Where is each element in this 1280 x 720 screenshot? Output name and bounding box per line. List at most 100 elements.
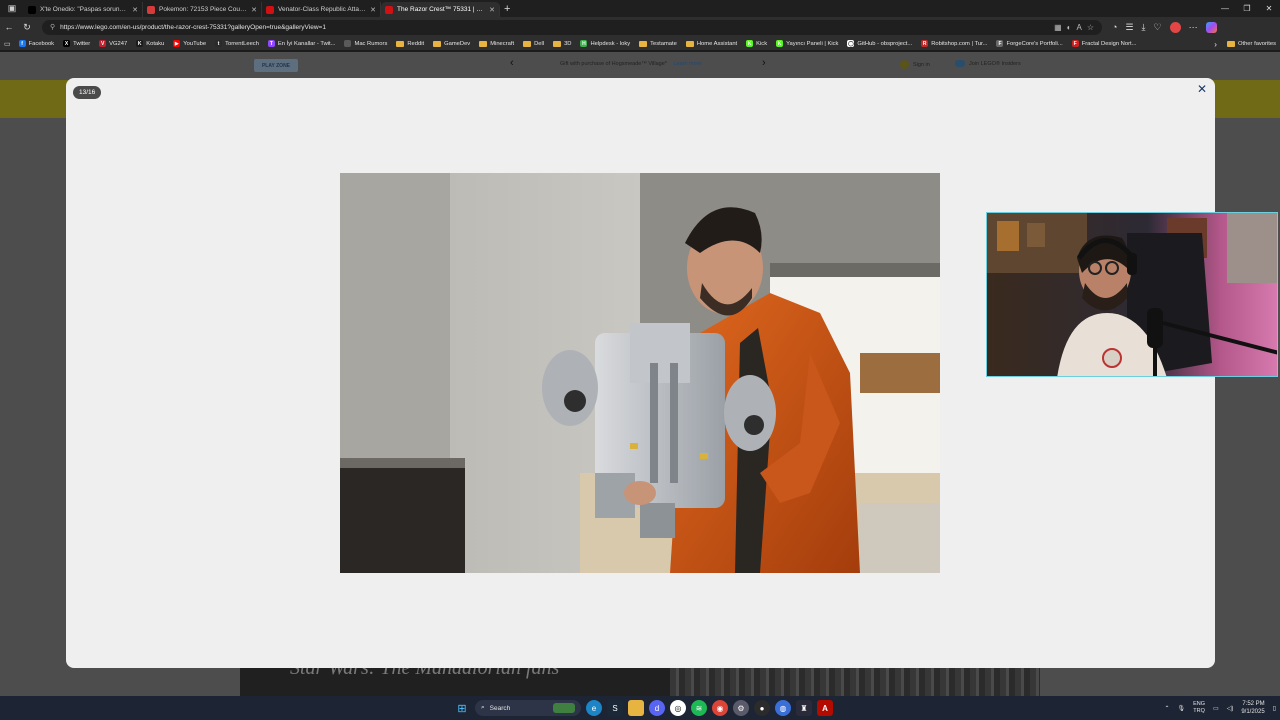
insiders-link[interactable]: Join LEGO® Insiders bbox=[955, 60, 1021, 67]
tab-actions-icon[interactable]: ▣ bbox=[0, 0, 24, 17]
chrome-icon[interactable]: ◉ bbox=[712, 700, 728, 716]
profile-avatar[interactable] bbox=[1169, 21, 1181, 33]
bookmark-item[interactable]: ▶ YouTube bbox=[173, 40, 206, 47]
close-tab-icon[interactable]: ✕ bbox=[132, 6, 138, 14]
bookmark-item[interactable]: t TorrentLeech bbox=[215, 40, 259, 47]
bookmark-item[interactable]: F Fractal Design Nort... bbox=[1071, 40, 1136, 47]
bookmark-item[interactable]: Mac Rumors bbox=[344, 40, 387, 47]
browser-tab[interactable]: Pokemon: 72153 Piece Count & P ✕ bbox=[143, 2, 262, 17]
tracking-prevention-icon[interactable]: ◐ bbox=[1067, 23, 1072, 32]
bookmark-item[interactable]: K Yayıncı Paneli | Kick bbox=[776, 40, 838, 47]
bookmark-item[interactable]: T En İyi Kanallar - Twit... bbox=[267, 40, 335, 47]
restore-icon[interactable]: ❐ bbox=[1236, 0, 1258, 17]
bookmark-item[interactable]: f Facebook bbox=[18, 40, 54, 47]
copilot-icon[interactable] bbox=[1205, 21, 1217, 33]
bookmark-item[interactable]: V VG247 bbox=[99, 40, 127, 47]
bookmark-item[interactable]: Dell bbox=[523, 40, 544, 47]
site-info-icon[interactable]: ⚲ bbox=[50, 23, 55, 31]
bookmark-item[interactable]: Reddit bbox=[396, 40, 424, 47]
bookmark-item[interactable]: Home Assistant bbox=[685, 40, 737, 47]
bookmark-item[interactable]: X Twitter bbox=[63, 40, 90, 47]
bookmark-label: YouTube bbox=[183, 40, 207, 47]
favorites-icon[interactable]: ☰ bbox=[1125, 22, 1133, 33]
close-gallery-icon[interactable]: ✕ bbox=[1195, 82, 1209, 96]
window-controls: — ❐ ✕ bbox=[1214, 0, 1280, 17]
streamer-webcam-overlay bbox=[986, 212, 1278, 377]
tray-overflow-icon[interactable]: ⌃ bbox=[1164, 705, 1169, 712]
tab-label: Venator-Class Republic Attack Cr bbox=[278, 6, 367, 13]
bookmarks-menu-icon[interactable]: ▭ bbox=[4, 40, 11, 48]
bookmark-favicon-icon: K bbox=[776, 40, 784, 47]
stream-deck-icon[interactable]: ♜ bbox=[796, 700, 812, 716]
favorite-star-icon[interactable]: ☆ bbox=[1087, 23, 1094, 32]
bookmark-favicon-icon: F bbox=[1071, 40, 1079, 47]
settings-icon[interactable]: ⚙ bbox=[733, 700, 749, 716]
acrobat-icon[interactable]: A bbox=[817, 700, 833, 716]
obs-icon[interactable]: ● bbox=[754, 700, 770, 716]
minimize-icon[interactable]: — bbox=[1214, 0, 1236, 17]
folder-icon bbox=[433, 40, 442, 47]
man-holding-razor-crest-image bbox=[340, 173, 940, 573]
lego-icon bbox=[266, 5, 274, 14]
close-tab-icon[interactable]: ✕ bbox=[251, 6, 257, 14]
pokemon-icon bbox=[147, 5, 155, 14]
extension-icon[interactable]: ◔ bbox=[1112, 22, 1117, 32]
close-window-icon[interactable]: ✕ bbox=[1258, 0, 1280, 17]
refresh-icon[interactable]: ↻ bbox=[18, 22, 36, 33]
other-favorites[interactable]: Other favorites bbox=[1226, 41, 1276, 47]
folder-icon bbox=[396, 40, 405, 47]
play-zone-button[interactable]: PLAY ZONE bbox=[254, 59, 298, 72]
browser-icon[interactable]: ◍ bbox=[775, 700, 791, 716]
network-icon[interactable]: ▭ bbox=[1213, 705, 1219, 712]
sign-in-link[interactable]: Sign in bbox=[900, 60, 930, 69]
read-aloud-icon[interactable]: A bbox=[1076, 23, 1081, 32]
spotify-icon[interactable]: ≋ bbox=[691, 700, 707, 716]
chatgpt-icon[interactable]: ◎ bbox=[670, 700, 686, 716]
browser-tab[interactable]: X'te Onedio: "Paspas sorununu çö✕ bbox=[24, 2, 143, 17]
bookmark-item[interactable]: K Kick bbox=[746, 40, 767, 47]
close-tab-icon[interactable]: ✕ bbox=[370, 6, 376, 14]
keyboard-layout: TRQ bbox=[1193, 708, 1205, 714]
discord-icon[interactable]: d bbox=[649, 700, 665, 716]
performance-icon[interactable]: ♡ bbox=[1154, 22, 1162, 33]
file-explorer-icon[interactable] bbox=[628, 700, 644, 716]
promo-next-icon[interactable]: › bbox=[762, 57, 766, 69]
close-tab-icon[interactable]: ✕ bbox=[489, 6, 495, 14]
start-icon[interactable]: ⊞ bbox=[454, 700, 470, 716]
bookmark-item[interactable]: F ForgeCore's Portfoli... bbox=[996, 40, 1063, 47]
promo-banner: Gift with purchase of Hogsmeade™ Village… bbox=[560, 61, 702, 67]
more-icon[interactable]: ⋯ bbox=[1189, 22, 1198, 33]
promo-prev-icon[interactable]: ‹ bbox=[510, 57, 514, 69]
mic-icon[interactable]: 🎙︎ bbox=[1177, 705, 1185, 712]
bookmark-item[interactable]: GameDev bbox=[433, 40, 470, 47]
bookmark-item[interactable]: 3D bbox=[553, 40, 571, 47]
bookmark-item[interactable]: ◯ GitHub - obsproject... bbox=[847, 40, 912, 47]
bookmarks-overflow-icon[interactable]: › bbox=[1214, 40, 1217, 49]
bookmark-item[interactable]: H Helpdesk - loky bbox=[580, 40, 630, 47]
volume-icon[interactable]: ◁) bbox=[1227, 705, 1234, 712]
notifications-icon[interactable]: ▯ bbox=[1273, 705, 1276, 712]
bookmark-item[interactable]: R Robitshop.com | Tur... bbox=[921, 40, 987, 47]
bookmark-label: Reddit bbox=[407, 40, 425, 47]
steam-icon[interactable]: S bbox=[607, 700, 623, 716]
edge-icon[interactable]: e bbox=[586, 700, 602, 716]
app-available-icon[interactable]: ▦ bbox=[1054, 23, 1062, 32]
taskbar-search[interactable]: ⌕ Search bbox=[475, 700, 581, 716]
other-favorites-label: Other favorites bbox=[1237, 41, 1276, 47]
bookmark-item[interactable]: Testamate bbox=[639, 40, 677, 47]
clock[interactable]: 7:52 PM 9/1/2025 bbox=[1241, 700, 1264, 716]
insiders-label: Join LEGO® Insiders bbox=[969, 60, 1021, 67]
bookmark-favicon-icon: V bbox=[99, 40, 107, 47]
downloads-icon[interactable]: ⤓ bbox=[1142, 22, 1146, 33]
browser-tab[interactable]: Venator-Class Republic Attack Cr ✕ bbox=[262, 2, 381, 17]
promo-learn-more-link[interactable]: Learn more bbox=[673, 61, 701, 67]
browser-tab[interactable]: The Razor Crest™ 75331 | Star Wa ✕ bbox=[381, 2, 500, 17]
language-indicator[interactable]: ENG TRQ bbox=[1193, 701, 1205, 715]
bookmark-item[interactable]: K Kotaku bbox=[136, 40, 164, 47]
bookmark-favicon-icon: K bbox=[746, 40, 754, 47]
new-tab-icon[interactable]: + bbox=[504, 3, 510, 15]
back-icon[interactable]: ← bbox=[0, 22, 18, 32]
windows-taskbar: ⊞ ⌕ Search e S d ◎ ≋ ◉ ⚙ ● ◍ ♜ A ⌃ 🎙︎ EN… bbox=[0, 696, 1280, 720]
bookmark-item[interactable]: Minecraft bbox=[479, 40, 514, 47]
url-input[interactable]: ⚲ https://www.lego.com/en-us/product/the… bbox=[42, 19, 1102, 35]
